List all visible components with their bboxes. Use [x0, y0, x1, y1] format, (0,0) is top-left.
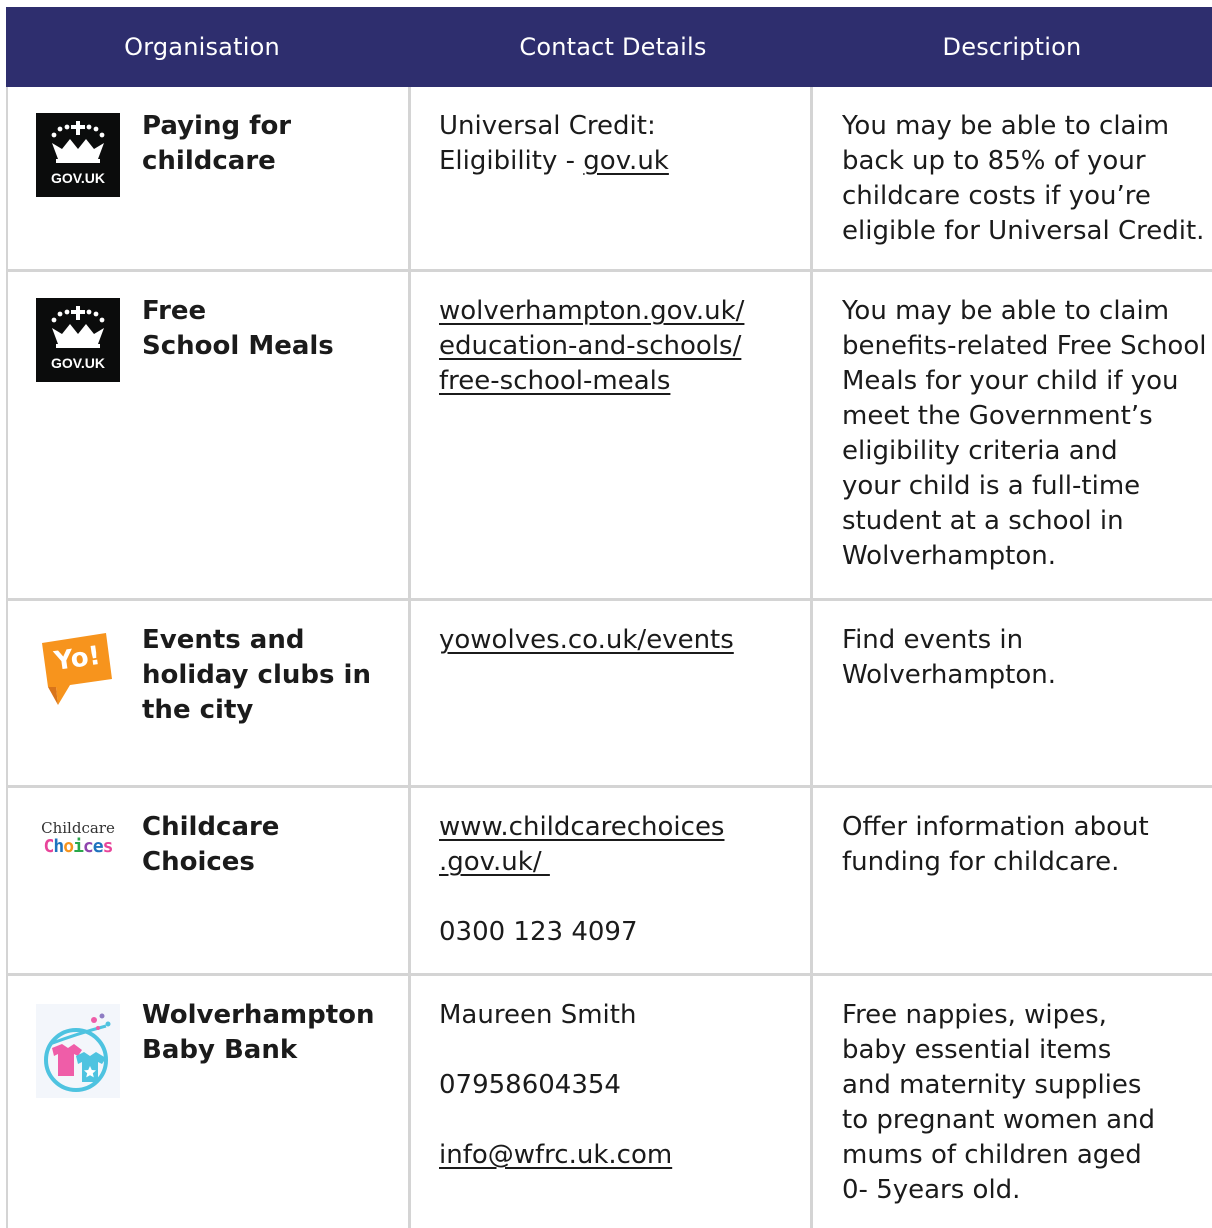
crown-icon	[51, 121, 105, 163]
contact-details: yowolves.co.uk/events	[439, 623, 799, 658]
phone-number: 0300 123 4097	[439, 917, 638, 947]
description: Offer information about funding for chil…	[842, 812, 1149, 877]
baby-bank-logo	[36, 1004, 120, 1098]
childcare-choices-logo-top: Childcare	[41, 819, 115, 837]
table-row: Wolverhampton Baby Bank Maureen Smith 07…	[6, 976, 1212, 1228]
table-row: Childcare Choices Childcare Choices www.…	[6, 788, 1212, 974]
contact-details: Maureen Smith 07958604354 info@wfrc.uk.c…	[439, 998, 799, 1173]
yowolves-events-link[interactable]: yowolves.co.uk/events	[439, 623, 799, 658]
table-row: GOV.UK Paying for childcare Universal Cr…	[6, 87, 1212, 270]
phone-number: 07958604354	[439, 1070, 621, 1100]
email-link[interactable]: info@wfrc.uk.com	[439, 1138, 799, 1173]
childcare-choices-logo-bottom: Choices	[43, 836, 114, 857]
organisation-name: Free School Meals	[142, 296, 334, 361]
yo-wolves-logo: Yo!	[36, 627, 120, 711]
yo-wolves-logo-icon: Yo!	[42, 633, 112, 705]
free-school-meals-link[interactable]: education-and-schools/	[439, 329, 799, 364]
organisation-name: Paying for childcare	[142, 111, 292, 176]
gov-uk-wordmark: GOV.UK	[51, 170, 105, 186]
gov-uk-logo: GOV.UK	[36, 113, 120, 197]
childcare-choices-link[interactable]: .gov.uk/	[439, 845, 799, 880]
childcare-choices-logo: Childcare Choices	[36, 816, 120, 864]
organisation-name: Wolverhampton Baby Bank	[142, 1000, 375, 1065]
free-school-meals-link[interactable]: free-school-meals	[439, 364, 799, 399]
gov-uk-logo: GOV.UK	[36, 298, 120, 382]
organisation-name: Events and holiday clubs in the city	[142, 625, 371, 725]
crown-icon	[51, 306, 105, 348]
contact-details: wolverhampton.gov.uk/ education-and-scho…	[439, 294, 799, 399]
table-row: GOV.UK Free School Meals wolverhampton.g…	[6, 272, 1212, 599]
contact-name: Maureen Smith	[439, 1000, 637, 1030]
resources-table: Organisation Contact Details Description	[6, 7, 1212, 1228]
header-contact-details: Contact Details	[519, 33, 707, 61]
contact-details: Universal Credit: Eligibility - gov.uk	[439, 111, 669, 176]
gov-uk-link[interactable]: gov.uk	[583, 146, 669, 176]
description: Free nappies, wipes, baby essential item…	[842, 1000, 1155, 1205]
gov-uk-wordmark: GOV.UK	[51, 355, 105, 371]
header-description: Description	[942, 33, 1082, 61]
description: You may be able to claim benefits-relate…	[842, 296, 1207, 571]
organisation-name: Childcare Choices	[142, 812, 280, 877]
childcare-choices-link[interactable]: www.childcarechoices	[439, 810, 799, 845]
header-organisation: Organisation	[124, 33, 280, 61]
table-row: Yo! Events and holiday clubs in the city…	[6, 601, 1212, 786]
description: You may be able to claim back up to 85% …	[842, 111, 1205, 246]
contact-details: www.childcarechoices .gov.uk/ 0300 123 4…	[439, 810, 799, 950]
baby-bank-logo-icon	[44, 1013, 111, 1092]
description: Find events in Wolverhampton.	[842, 625, 1057, 690]
table-header: Organisation Contact Details Description	[6, 7, 1212, 87]
free-school-meals-link[interactable]: wolverhampton.gov.uk/	[439, 294, 799, 329]
